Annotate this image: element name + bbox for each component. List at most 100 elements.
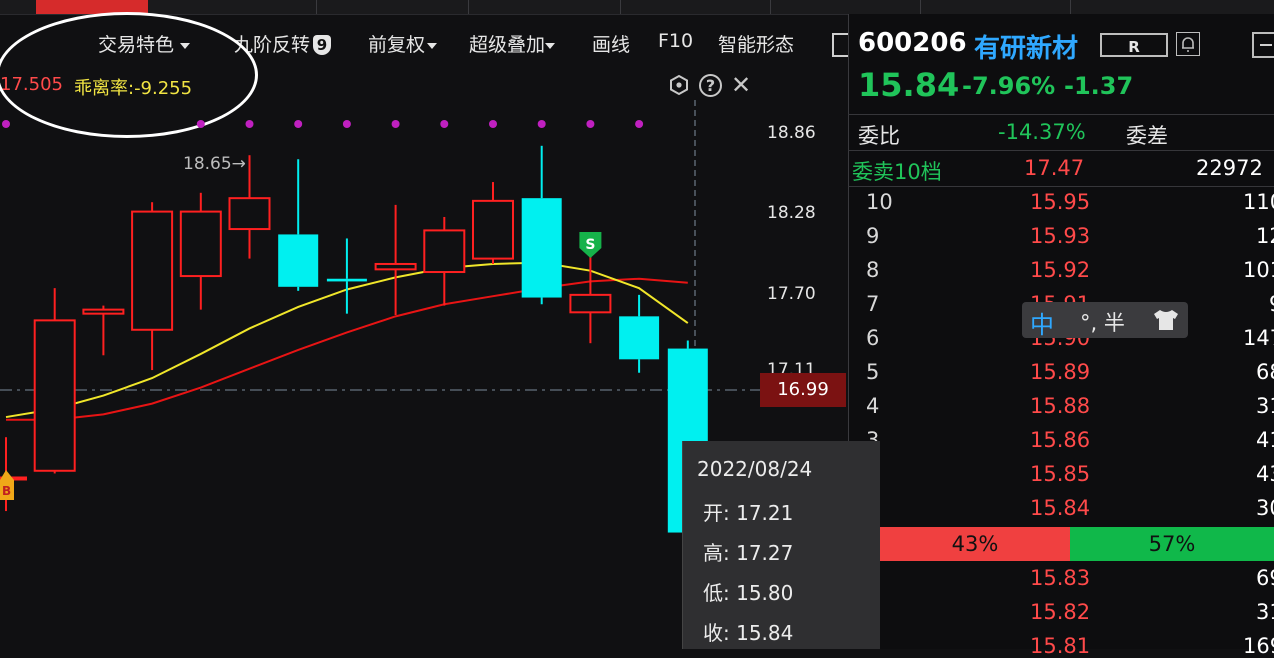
tab-divider	[620, 0, 621, 14]
signal-dot	[342, 120, 351, 128]
super-overlay-dropdown[interactable]: 超级叠加	[469, 30, 556, 57]
level-price[interactable]: 15.84	[1030, 496, 1090, 520]
window-tab-strip	[0, 0, 1274, 15]
level-number: 4	[866, 394, 880, 418]
ime-options[interactable]: °, 半	[1080, 307, 1125, 337]
level-volume: 30	[1256, 496, 1274, 520]
ime-mode[interactable]: 中	[1030, 305, 1054, 340]
r-button[interactable]: R	[1100, 33, 1168, 57]
tab-divider	[770, 0, 771, 14]
signal-dot	[489, 120, 497, 128]
bell-icon[interactable]	[1175, 31, 1201, 57]
change-amount: -1.37	[1064, 72, 1134, 100]
signal-dot	[440, 120, 449, 128]
level-price[interactable]: 15.92	[1030, 258, 1090, 282]
signal-dot	[391, 120, 400, 128]
sell10-price: 17.47	[1024, 156, 1085, 180]
tab-divider	[468, 0, 469, 14]
ime-toolbar[interactable]: 中 °, 半	[1022, 302, 1188, 340]
buy-signal-text: B	[2, 484, 11, 498]
level-volume: 43	[1256, 462, 1274, 486]
weicha-label: 委差	[1126, 124, 1168, 148]
signal-dot	[245, 120, 254, 128]
level-number: 6	[866, 326, 880, 350]
level-volume: 9	[1269, 292, 1274, 316]
minimize-button[interactable]	[1252, 32, 1274, 58]
signal-dot	[196, 120, 205, 128]
level-volume: 41	[1256, 428, 1274, 452]
current-price-tag: 16.99	[760, 373, 846, 407]
signal-dot	[586, 120, 595, 128]
change-percent: -7.96%	[962, 72, 1056, 100]
weibi-value: -14.37%	[998, 120, 1086, 144]
divider	[848, 150, 1274, 151]
level-price[interactable]: 15.93	[1030, 224, 1090, 248]
tooltip-high: 高: 17.27	[703, 537, 793, 566]
buy-level-price[interactable]: 15.82	[1030, 600, 1090, 624]
sell-ratio-bar: 43%	[880, 527, 1070, 561]
stock-code: 600206	[858, 28, 967, 58]
level-price[interactable]: 15.88	[1030, 394, 1090, 418]
candle-body	[423, 229, 466, 274]
candle-body	[569, 293, 612, 314]
buy-level-volume: 69	[1256, 566, 1274, 590]
stock-name[interactable]: 有研新材	[974, 28, 1078, 65]
level-volume: 12	[1256, 224, 1274, 248]
high-marker-label: 18.65→	[183, 154, 246, 174]
divider	[848, 114, 1274, 115]
tooltip-date: 2022/08/24	[697, 457, 813, 481]
candle-body	[278, 234, 319, 287]
level-number: 10	[866, 190, 893, 214]
tooltip-open: 开: 17.21	[703, 497, 793, 526]
candle-body	[82, 308, 125, 315]
buy-ratio-bar: 57%	[1070, 527, 1274, 561]
tooltip-close-value: 15.84	[736, 621, 794, 645]
level-price[interactable]: 15.89	[1030, 360, 1090, 384]
tab-divider	[316, 0, 317, 14]
candle-body	[131, 210, 174, 331]
last-price: 15.84	[858, 66, 960, 104]
chevron-down-icon	[545, 42, 556, 49]
level-number: 5	[866, 360, 880, 384]
nine-badge-icon: 9	[313, 35, 332, 55]
tooltip-low: 低: 15.80	[703, 577, 793, 606]
candle-body	[179, 210, 222, 278]
tab-divider	[1070, 0, 1071, 14]
candle-body	[33, 319, 76, 472]
candle-body	[619, 316, 660, 360]
smart-pattern-button[interactable]: 智能形态	[718, 30, 794, 57]
level-number: 8	[866, 258, 880, 282]
level-volume: 68	[1256, 360, 1274, 384]
level-number: 7	[866, 292, 880, 316]
buy-level-price[interactable]: 15.83	[1030, 566, 1090, 590]
tab-divider	[920, 0, 921, 14]
level-price[interactable]: 15.85	[1030, 462, 1090, 486]
skin-shirt-icon[interactable]	[1150, 308, 1182, 332]
settings-hexagon-icon[interactable]	[668, 74, 690, 96]
level-price[interactable]: 15.95	[1030, 190, 1090, 214]
sell10-label[interactable]: 委卖10档	[852, 156, 942, 186]
close-icon[interactable]: ✕	[730, 73, 752, 97]
candlestick-chart: 18.65→ S B	[0, 100, 760, 649]
buy-level-volume: 169	[1243, 634, 1274, 658]
buy-level-price[interactable]: 15.81	[1030, 634, 1090, 658]
candle-body	[228, 197, 271, 231]
level-volume: 147	[1243, 326, 1274, 350]
y-tick-label: 18.28	[767, 203, 816, 223]
level-price[interactable]: 15.86	[1030, 428, 1090, 452]
help-icon[interactable]: ?	[699, 74, 722, 97]
signal-dot	[294, 120, 303, 128]
level-number: 9	[866, 224, 880, 248]
tooltip-high-label: 高:	[703, 541, 730, 565]
toolbar-more-button[interactable]	[832, 33, 848, 57]
pre-adjust-dropdown[interactable]: 前复权	[368, 30, 438, 57]
tooltip-close-label: 收:	[703, 621, 730, 645]
weibi-label: 委比	[858, 124, 900, 148]
f10-button[interactable]: F10	[658, 30, 693, 52]
draw-line-button[interactable]: 画线	[592, 30, 630, 57]
signal-dot	[635, 120, 644, 128]
divider	[848, 186, 1274, 187]
level-volume: 110	[1243, 190, 1274, 214]
candle-body	[472, 199, 514, 260]
super-overlay-label: 超级叠加	[469, 34, 546, 56]
